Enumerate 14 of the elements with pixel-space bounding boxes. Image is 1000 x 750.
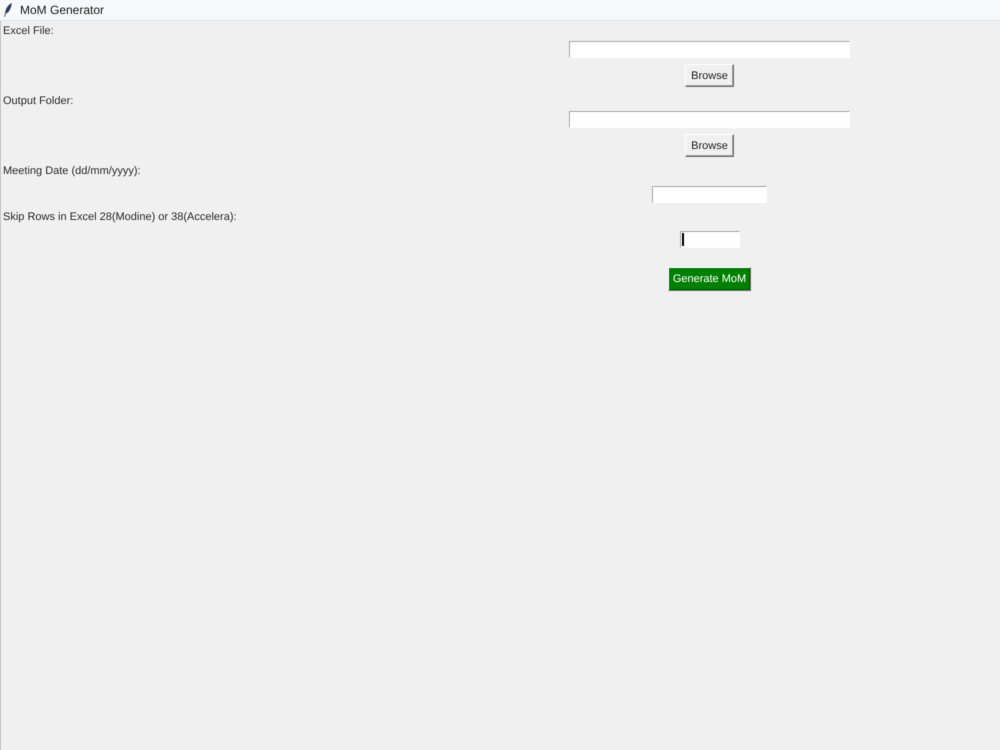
input-field[interactable] xyxy=(569,41,850,58)
field-label: Skip Rows in Excel 28(Modine) or 38(Accelera): xyxy=(3,210,237,225)
field-label: Meeting Date (dd/mm/yyyy): xyxy=(3,164,141,179)
browse-button[interactable]: Browse xyxy=(685,134,734,157)
input-field[interactable] xyxy=(569,111,850,128)
field-label: Output Folder: xyxy=(3,94,74,109)
field-label: Excel File: xyxy=(3,24,54,39)
input-field[interactable] xyxy=(680,231,740,248)
generate-button[interactable]: Generate MoM xyxy=(668,267,752,291)
window-title: MoM Generator xyxy=(20,2,104,18)
browse-button[interactable]: Browse xyxy=(685,64,734,87)
text-cursor-icon xyxy=(682,233,684,246)
feather-icon xyxy=(4,3,12,17)
input-field[interactable] xyxy=(652,186,767,203)
